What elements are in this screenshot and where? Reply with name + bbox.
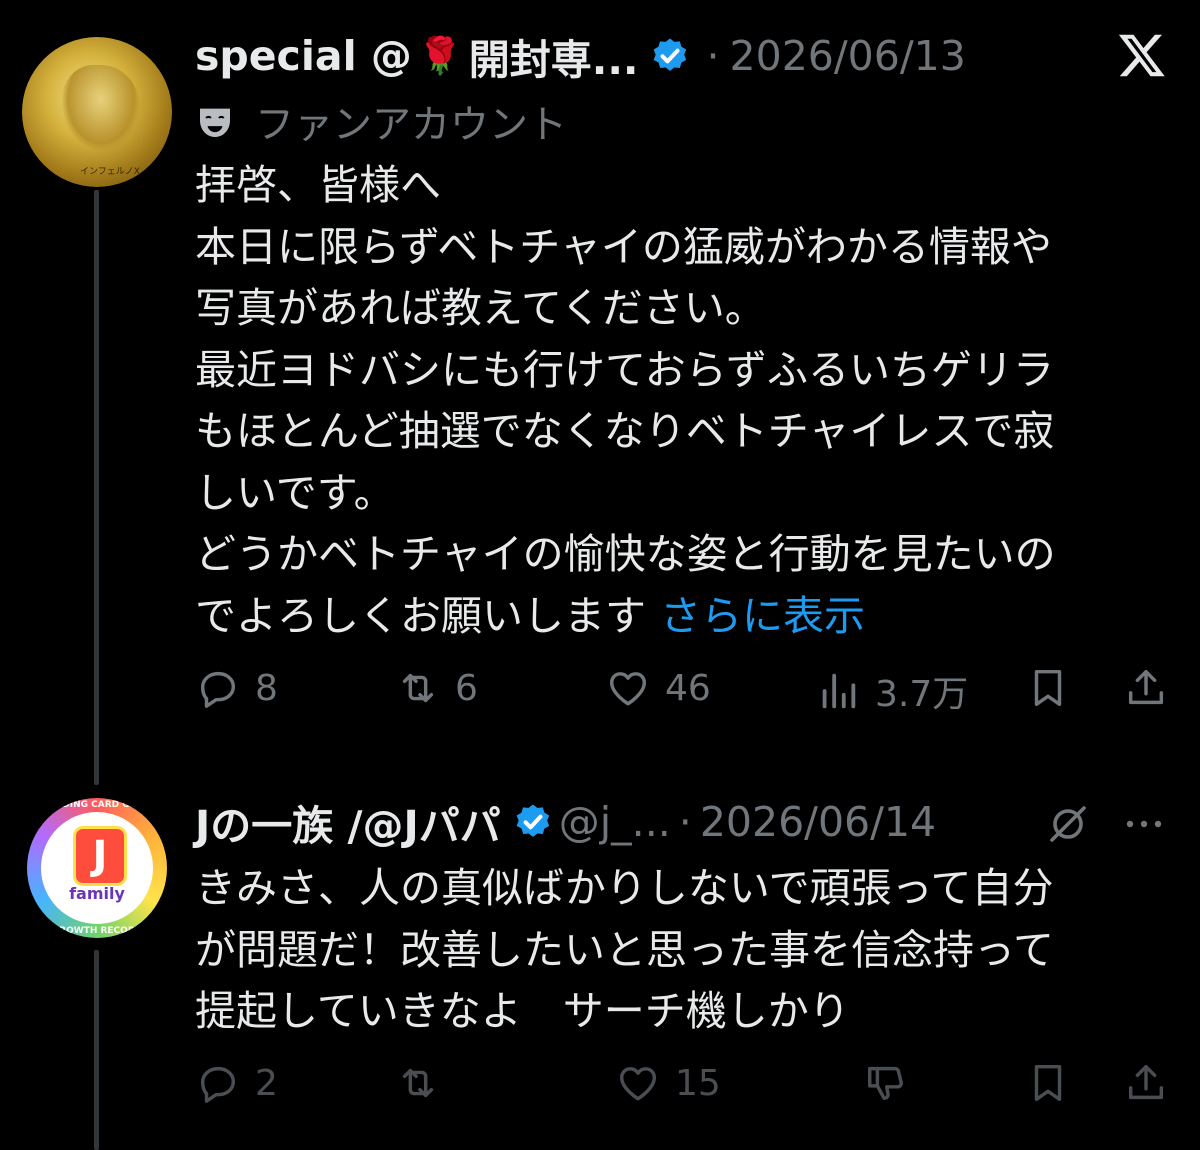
remove-repost-icon[interactable] [1044,800,1092,848]
like-icon [609,672,647,706]
show-more-link[interactable]: さらに表示 [660,592,865,640]
action-bar: 8 6 46 3.7万 [195,665,1175,721]
separator: · [678,798,692,846]
author-handle[interactable]: @j_... [559,798,671,846]
x-logo-icon[interactable] [1116,30,1168,80]
body-line: 写真があれば教えてください。 [195,284,766,332]
mask-icon [200,108,230,137]
repost-count: 6 [455,667,478,709]
bookmark-button[interactable] [1025,1060,1085,1106]
action-bar: 2 15 [195,1060,1175,1116]
avatar[interactable]: インフェルノX [22,37,172,187]
bookmark-icon [1034,1064,1062,1102]
reply-icon [200,1066,236,1103]
views-count: 3.7万 [875,674,969,715]
body-line: どうかベトチャイの愉快な姿と行動を見たいの [195,530,1056,578]
author-name-rest[interactable]: 開封専... [469,26,639,86]
body-line: しいです。 [195,468,395,517]
body-line: 拝啓、皆様へ [195,161,441,209]
separator: · [706,32,720,80]
like-count: 46 [665,667,711,709]
thread-line [94,950,99,1150]
repost-button[interactable] [395,1060,455,1106]
avatar-ring-bottom: GROWTH RECORD [51,926,143,936]
reply-count: 2 [255,1062,278,1104]
dislike-icon [867,1066,903,1101]
post-body: きみさ、人の真似ばかりしないで頑張って自分 が問題だ！改善したいと思った事を信念… [195,858,1155,1043]
share-button[interactable] [1123,665,1183,711]
reply-button[interactable]: 2 [195,1060,278,1106]
verified-badge-icon [654,38,687,71]
avatar-letter: J [73,826,127,886]
post-header: Jの一族 /@Jパパ @j_... · 2026/06/14 [195,794,936,850]
post-date[interactable]: 2026/06/14 [700,798,936,846]
body-line: が問題だ！改善したいと思った事を信念持って [195,925,1054,974]
body-line: きみさ、人の真似ばかりしないで頑張って自分 [195,864,1054,912]
repost-icon [402,673,434,703]
post-main[interactable]: インフェルノX special @ 🌹 開封専... · 2026/06/13 … [0,0,1200,785]
post-header: special @ 🌹 開封専... · 2026/06/13 [195,28,966,84]
post-body: 拝啓、皆様へ 本日に限らずベトチャイの猛威がわかる情報や 写真があれば教えてくだ… [195,155,1155,647]
author-name[interactable]: special @ [195,32,412,80]
like-count: 15 [675,1062,721,1104]
views-button[interactable]: 3.7万 [815,665,968,717]
like-button[interactable]: 15 [615,1060,721,1106]
post-date[interactable]: 2026/06/13 [730,32,966,80]
bookmark-button[interactable] [1025,665,1085,711]
repost-button[interactable]: 6 [395,665,478,711]
reply-button[interactable]: 8 [195,665,278,711]
body-line: もほとんど抽選でなくなりベトチャイレスで寂 [195,407,1055,455]
repost-icon [402,1068,434,1098]
views-icon [822,673,856,709]
avatar-image [62,65,140,151]
like-button[interactable]: 46 [605,665,711,711]
author-name[interactable]: Jの一族 /@Jパパ [195,792,501,852]
body-line: 最近ヨドバシにも行けておらずふるいちゲリラ [195,345,1054,394]
post-reply[interactable]: TRADING CARD GAME J family GROWTH RECORD… [0,780,1200,1150]
rose-icon: 🌹 [417,36,463,77]
reply-icon [200,671,236,708]
dislike-button[interactable] [863,1060,923,1106]
verified-badge-icon [516,804,549,837]
avatar-ring-top: TRADING CARD GAME [42,800,152,810]
account-label: ファンアカウント [195,94,567,150]
account-label-text: ファンアカウント [255,103,568,148]
bookmark-icon [1034,669,1062,707]
avatar-card-text: インフェルノX [80,167,140,177]
reply-count: 8 [255,667,278,709]
avatar[interactable]: TRADING CARD GAME J family GROWTH RECORD [27,798,167,938]
avatar-family: family [69,884,125,903]
body-line-last: でよろしくお願いします さらに表示 [195,586,1155,648]
thread-line [94,190,99,785]
share-icon [1128,1064,1164,1100]
share-icon [1128,669,1164,705]
share-button[interactable] [1123,1060,1183,1106]
like-icon [619,1067,657,1101]
body-line-text: でよろしくお願いします [195,591,646,640]
more-icon[interactable] [1124,816,1164,832]
body-line: 本日に限らずベトチャイの猛威がわかる情報や [195,222,1052,271]
body-line: 提起していきなよ サーチ機しかり [195,987,850,1035]
